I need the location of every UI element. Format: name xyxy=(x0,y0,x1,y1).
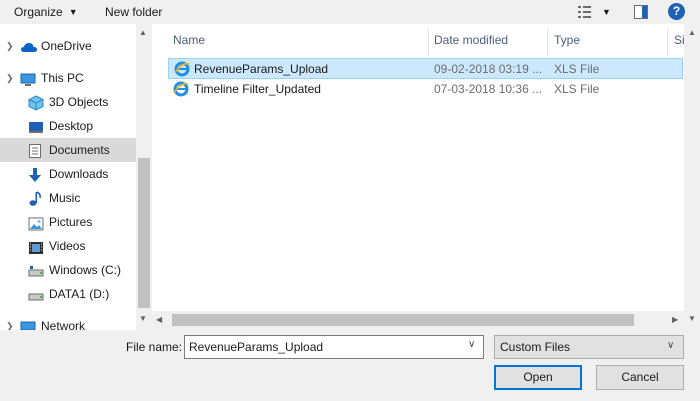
nav-item-pictures[interactable]: Pictures xyxy=(0,210,136,234)
nav-item-3d-objects[interactable]: 3D Objects xyxy=(0,90,136,114)
cancel-button[interactable]: Cancel xyxy=(596,365,684,390)
file-name-input[interactable] xyxy=(189,339,459,355)
chevron-down-icon[interactable]: ∨ xyxy=(667,340,674,351)
file-name: Timeline Filter_Updated xyxy=(194,82,321,96)
ie-file-icon xyxy=(174,61,190,77)
nav-item-label: Network xyxy=(41,319,86,330)
file-row[interactable]: RevenueParams_Upload 09-02-2018 03:19 ..… xyxy=(168,58,683,79)
scroll-right-arrow-icon[interactable]: ▶ xyxy=(672,315,678,324)
nav-item-network[interactable]: ❯ Network xyxy=(0,314,136,330)
preview-pane-icon[interactable] xyxy=(633,4,649,20)
nav-item-videos[interactable]: Videos xyxy=(0,234,136,258)
file-type: XLS File xyxy=(554,82,600,96)
drive-icon xyxy=(28,287,44,301)
view-menu-chevron-icon[interactable]: ▼ xyxy=(602,3,611,21)
expand-chevron-icon[interactable]: ❯ xyxy=(6,34,14,58)
nav-item-label: Windows (C:) xyxy=(49,263,122,277)
nav-vertical-scrollbar[interactable]: ▲ ▼ xyxy=(136,24,152,330)
onedrive-icon xyxy=(20,39,37,53)
nav-item-documents[interactable]: Documents xyxy=(0,138,136,162)
file-name-label: File name: xyxy=(126,340,183,354)
nav-item-label: Downloads xyxy=(49,167,109,181)
scroll-up-arrow-icon[interactable]: ▲ xyxy=(139,28,147,37)
column-divider[interactable] xyxy=(547,28,548,56)
navigation-pane: ❯ OneDrive ❯ This PC 3D Objects Desktop … xyxy=(0,24,152,330)
column-header-date-modified[interactable]: Date modified xyxy=(434,24,508,56)
help-button[interactable]: ? xyxy=(668,3,685,20)
nav-item-onedrive[interactable]: ❯ OneDrive xyxy=(0,34,136,58)
pictures-icon xyxy=(28,215,44,231)
file-list-horizontal-scrollbar[interactable]: ◀ ▶ xyxy=(152,311,684,330)
view-options-icon[interactable] xyxy=(577,4,593,20)
nav-item-label: DATA1 (D:) xyxy=(49,287,110,301)
nav-item-label: Pictures xyxy=(49,215,93,229)
scroll-down-arrow-icon[interactable]: ▼ xyxy=(688,314,696,323)
nav-item-downloads[interactable]: Downloads xyxy=(0,162,136,186)
toolbar: Organize ▼ New folder ▼ ? xyxy=(0,0,700,24)
documents-icon xyxy=(28,143,44,158)
file-row[interactable]: Timeline Filter_Updated 07-03-2018 10:36… xyxy=(168,79,683,100)
file-list-vertical-scrollbar[interactable]: ▲ ▼ xyxy=(684,24,700,330)
file-name-combobox[interactable]: ∨ xyxy=(184,335,484,359)
nav-item-label: Videos xyxy=(49,239,86,253)
ie-file-icon xyxy=(173,81,189,97)
3d-objects-icon xyxy=(28,95,44,111)
scrollbar-thumb[interactable] xyxy=(172,314,634,326)
nav-item-label: 3D Objects xyxy=(49,95,109,109)
scrollbar-thumb[interactable] xyxy=(138,158,150,308)
expand-chevron-icon[interactable]: ❯ xyxy=(6,314,14,330)
nav-item-label: OneDrive xyxy=(41,39,92,53)
nav-item-music[interactable]: Music xyxy=(0,186,136,210)
file-date-modified: 07-03-2018 10:36 ... xyxy=(434,82,543,96)
file-list: Name Date modified Type Size RevenuePara… xyxy=(152,24,700,330)
nav-item-this-pc[interactable]: ❯ This PC xyxy=(0,66,136,90)
file-name: RevenueParams_Upload xyxy=(194,62,329,76)
chevron-down-icon[interactable]: ∨ xyxy=(468,339,475,350)
nav-item-windows-c[interactable]: Windows (C:) xyxy=(0,258,136,282)
file-date-modified: 09-02-2018 03:19 ... xyxy=(434,62,543,76)
file-type-value: Custom Files xyxy=(500,340,571,354)
organize-label: Organize xyxy=(14,5,63,19)
scroll-left-arrow-icon[interactable]: ◀ xyxy=(156,315,162,324)
nav-item-label: This PC xyxy=(41,71,84,85)
expand-chevron-icon[interactable]: ❯ xyxy=(6,66,14,90)
videos-icon xyxy=(28,239,44,254)
new-folder-button[interactable]: New folder xyxy=(105,3,162,21)
open-button[interactable]: Open xyxy=(494,365,582,390)
organize-button[interactable]: Organize ▼ xyxy=(14,3,78,21)
scroll-down-arrow-icon[interactable]: ▼ xyxy=(139,314,147,323)
computer-icon xyxy=(20,71,36,86)
file-type: XLS File xyxy=(554,62,600,76)
nav-item-desktop[interactable]: Desktop xyxy=(0,114,136,138)
nav-item-label: Music xyxy=(49,191,81,205)
column-divider[interactable] xyxy=(428,28,429,56)
nav-item-label: Documents xyxy=(49,143,110,157)
network-icon xyxy=(20,319,36,330)
music-icon xyxy=(28,191,44,206)
column-header-name[interactable]: Name xyxy=(173,24,205,56)
column-header-type[interactable]: Type xyxy=(554,24,580,56)
file-type-select[interactable]: Custom Files ∨ xyxy=(494,335,684,359)
chevron-down-icon: ▼ xyxy=(68,7,78,17)
downloads-icon xyxy=(28,167,44,182)
drive-icon xyxy=(28,263,44,277)
desktop-icon xyxy=(28,119,44,133)
scroll-up-arrow-icon[interactable]: ▲ xyxy=(688,28,696,37)
nav-item-label: Desktop xyxy=(49,119,94,133)
nav-item-data1-d[interactable]: DATA1 (D:) xyxy=(0,282,136,306)
column-divider[interactable] xyxy=(667,28,668,56)
